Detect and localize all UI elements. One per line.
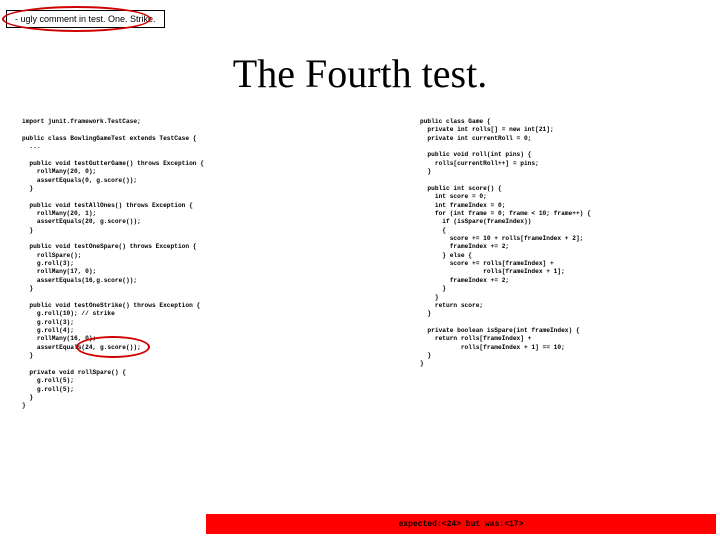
code-block-game: public class Game { private int rolls[] … (420, 118, 591, 369)
code-block-test: import junit.framework.TestCase; public … (22, 118, 204, 411)
error-message: expected:<24> but was:<17> (399, 520, 524, 529)
test-failure-bar: expected:<24> but was:<17> (206, 514, 716, 534)
annotation-note: - ugly comment in test. One. Strike. (6, 10, 165, 28)
slide-title: The Fourth test. (0, 50, 720, 97)
